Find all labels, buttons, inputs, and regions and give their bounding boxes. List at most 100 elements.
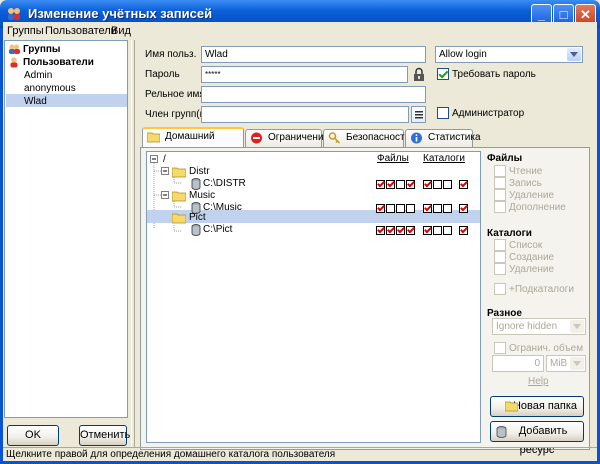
- file-permission-checkbox[interactable]: [376, 226, 385, 235]
- dir-permission-checkbox[interactable]: [443, 204, 452, 213]
- file-option-checkbox[interactable]: [494, 177, 506, 189]
- status-bar: Щелкните правой для определения домашнег…: [3, 447, 597, 461]
- file-option-checkbox[interactable]: [494, 189, 506, 201]
- tree-resource-node[interactable]: C:\DISTR: [203, 178, 246, 190]
- dir-option-checkbox[interactable]: [494, 263, 506, 275]
- new-folder-button[interactable]: Новая папка: [490, 396, 584, 417]
- users-icon: [10, 57, 18, 68]
- folder-icon: [505, 401, 518, 412]
- hidden-files-select[interactable]: Ignore hidden: [492, 318, 586, 335]
- file-permission-checkbox[interactable]: [386, 226, 395, 235]
- dir-permission-checkbox[interactable]: [423, 226, 432, 235]
- tab-label: Статистика: [428, 132, 481, 143]
- limit-value-field[interactable]: 0: [492, 355, 544, 372]
- cancel-button[interactable]: Отменить: [79, 425, 130, 446]
- files-section-title: Файлы: [487, 153, 523, 164]
- tree-resource-node[interactable]: C:\Pict: [203, 224, 232, 236]
- disk-icon: [191, 224, 201, 236]
- groups-node[interactable]: Группы: [23, 43, 60, 56]
- file-permission-checkbox[interactable]: [386, 180, 395, 189]
- chevron-down-icon: [567, 48, 581, 61]
- user-item-selected[interactable]: Wlad: [24, 95, 47, 108]
- dir-permission-checkbox[interactable]: [459, 180, 468, 189]
- dir-permission-checkbox[interactable]: [459, 226, 468, 235]
- memberof-field[interactable]: [201, 106, 409, 123]
- file-permission-checkbox[interactable]: [406, 204, 415, 213]
- file-permission-checkbox[interactable]: [406, 226, 415, 235]
- login-select[interactable]: Allow login: [435, 46, 583, 63]
- lock-icon[interactable]: [412, 67, 426, 82]
- file-option-checkbox[interactable]: [494, 165, 506, 177]
- disk-icon: [496, 426, 507, 438]
- dir-permission-checkbox[interactable]: [423, 180, 432, 189]
- tab-security[interactable]: Безопасность: [323, 129, 410, 147]
- file-permission-checkbox[interactable]: [396, 226, 405, 235]
- dir-option-label: Удаление: [509, 264, 555, 275]
- users-node[interactable]: Пользователи: [23, 56, 94, 69]
- folder-icon: [172, 190, 186, 202]
- tab-statistics[interactable]: Статистика: [405, 129, 481, 147]
- dir-permission-checkbox[interactable]: [433, 226, 442, 235]
- dir-permission-checkbox[interactable]: [459, 204, 468, 213]
- splitter[interactable]: [131, 40, 135, 448]
- tab-home-dir[interactable]: Домашний каталог: [142, 127, 244, 158]
- tab-label: Безопасность: [346, 132, 410, 143]
- require-password-checkbox[interactable]: [437, 68, 449, 80]
- window-frame-left: [0, 28, 3, 464]
- tree-folder-node[interactable]: Music: [189, 190, 215, 202]
- menu-groups[interactable]: Группы: [7, 25, 44, 37]
- file-permission-checkbox[interactable]: [396, 180, 405, 189]
- tree-folder-node[interactable]: Pict: [189, 212, 206, 224]
- file-permission-checkbox[interactable]: [396, 204, 405, 213]
- file-option-label: Дополнение: [509, 202, 566, 213]
- chevron-down-icon: [570, 357, 584, 370]
- menu-view[interactable]: Вид: [111, 25, 131, 37]
- help-link[interactable]: Help: [528, 376, 549, 387]
- password-label: Пароль: [145, 69, 180, 80]
- chevron-down-icon: [570, 320, 584, 333]
- dir-permission-checkbox[interactable]: [443, 180, 452, 189]
- folder-icon: [147, 132, 160, 143]
- limit-checkbox[interactable]: [494, 342, 506, 354]
- memberof-dropdown-button[interactable]: [411, 106, 426, 123]
- subdirs-checkbox[interactable]: [494, 283, 506, 295]
- no-entry-icon: [251, 132, 262, 144]
- dir-permission-checkbox[interactable]: [433, 180, 442, 189]
- file-option-label: Удаление: [509, 190, 555, 201]
- limit-unit-select[interactable]: MiB: [546, 355, 586, 372]
- password-field[interactable]: *****: [201, 66, 408, 83]
- file-option-checkbox[interactable]: [494, 201, 506, 213]
- user-item[interactable]: Admin: [24, 69, 52, 82]
- groups-icon: [9, 44, 20, 54]
- dir-option-checkbox[interactable]: [494, 239, 506, 251]
- dir-permission-checkbox[interactable]: [423, 204, 432, 213]
- realname-field[interactable]: [201, 86, 426, 103]
- hidden-files-value: Ignore hidden: [496, 321, 558, 332]
- info-icon: [411, 132, 422, 144]
- dir-permission-checkbox[interactable]: [443, 226, 452, 235]
- window-title: Изменение учётных записей: [28, 6, 213, 21]
- menu-users[interactable]: Пользователи: [45, 25, 117, 37]
- dir-option-label: Создание: [509, 252, 555, 263]
- username-label: Имя польз.: [145, 49, 197, 60]
- dir-permission-checkbox[interactable]: [433, 204, 442, 213]
- file-option-label: Запись: [509, 178, 542, 189]
- tab-label: Ограничения: [268, 132, 329, 143]
- dir-option-checkbox[interactable]: [494, 251, 506, 263]
- tree-folder-node[interactable]: Distr: [189, 166, 210, 178]
- admin-label: Администратор: [452, 108, 525, 119]
- tree-resource-node[interactable]: C:\Music: [203, 202, 242, 214]
- username-field[interactable]: Wlad: [201, 46, 426, 63]
- file-permission-checkbox[interactable]: [376, 180, 385, 189]
- tab-limits[interactable]: Ограничения: [245, 129, 329, 147]
- tree-root[interactable]: /: [163, 154, 166, 166]
- list-icon: [415, 111, 423, 119]
- add-resource-button[interactable]: Добавить ресурс: [490, 421, 584, 456]
- ok-button[interactable]: OK: [7, 425, 59, 446]
- file-permission-checkbox[interactable]: [376, 204, 385, 213]
- file-permission-checkbox[interactable]: [406, 180, 415, 189]
- minimize-icon: _: [537, 7, 546, 22]
- admin-checkbox[interactable]: [437, 107, 449, 119]
- file-permission-checkbox[interactable]: [386, 204, 395, 213]
- folder-icon: [172, 166, 186, 178]
